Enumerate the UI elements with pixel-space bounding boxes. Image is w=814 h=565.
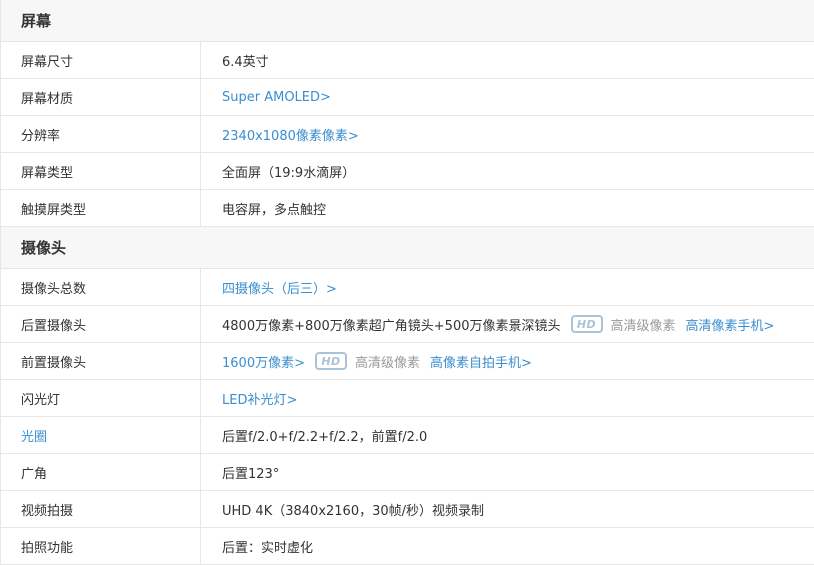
spec-row-photo-features: 拍照功能 后置：实时虚化: [1, 528, 814, 565]
spec-row-aperture: 光圈 后置f/2.0+f/2.2+f/2.2，前置f/2.0: [1, 417, 814, 454]
spec-row-screen-material: 屏幕材质 Super AMOLED>: [1, 79, 814, 116]
front-camera-link[interactable]: 1600万像素>: [222, 352, 305, 371]
spec-row-resolution: 分辨率 2340x1080像素像素>: [1, 116, 814, 153]
spec-row-front-camera: 前置摄像头 1600万像素> HD 高清级像素 高像素自拍手机>: [1, 343, 814, 380]
spec-label: 闪光灯: [1, 380, 201, 416]
spec-row-touch-type: 触摸屏类型 电容屏，多点触控: [1, 190, 814, 227]
spec-row-screen-type: 屏幕类型 全面屏（19:9水滴屏）: [1, 153, 814, 190]
spec-label: 屏幕尺寸: [1, 42, 201, 78]
hd-badge-icon: HD: [314, 352, 347, 370]
spec-row-wide-angle: 广角 后置123°: [1, 454, 814, 491]
spec-value: 电容屏，多点触控: [222, 202, 327, 218]
spec-label: 屏幕材质: [1, 79, 201, 115]
spec-value: 4800万像素+800万像素超广角镜头+500万像素景深镜头: [222, 318, 561, 334]
spec-label: 屏幕类型: [1, 153, 201, 189]
screen-material-link[interactable]: Super AMOLED>: [222, 90, 331, 105]
camera-count-link[interactable]: 四摄像头（后三）>: [222, 278, 337, 297]
hd-badge-icon: HD: [570, 315, 603, 333]
section-title-screen: 屏幕: [1, 0, 814, 42]
hd-level-text: 高清级像素: [354, 355, 420, 371]
spec-table: 屏幕 屏幕尺寸 6.4英寸 屏幕材质 Super AMOLED> 分辨率 234…: [0, 0, 814, 565]
spec-value: 后置123°: [222, 466, 280, 482]
hd-phone-link[interactable]: 高清像素手机>: [686, 315, 775, 334]
spec-value: UHD 4K（3840x2160，30帧/秒）视频录制: [222, 503, 485, 519]
spec-row-flash: 闪光灯 LED补光灯>: [1, 380, 814, 417]
spec-value: 全面屏（19:9水滴屏）: [222, 165, 356, 181]
spec-label: 广角: [1, 454, 201, 490]
flash-link[interactable]: LED补光灯>: [222, 389, 297, 408]
spec-label: 分辨率: [1, 116, 201, 152]
spec-label: 触摸屏类型: [1, 190, 201, 226]
aperture-label-link[interactable]: 光圈: [1, 417, 201, 453]
hd-level-text: 高清级像素: [610, 318, 676, 334]
spec-label: 视频拍摄: [1, 491, 201, 527]
spec-value: 后置：实时虚化: [222, 540, 314, 556]
spec-label: 前置摄像头: [1, 343, 201, 379]
spec-value: 后置f/2.0+f/2.2+f/2.2，前置f/2.0: [222, 429, 428, 445]
spec-label: 拍照功能: [1, 528, 201, 564]
spec-row-video: 视频拍摄 UHD 4K（3840x2160，30帧/秒）视频录制: [1, 491, 814, 528]
resolution-link[interactable]: 2340x1080像素像素>: [222, 125, 359, 144]
selfie-phone-link[interactable]: 高像素自拍手机>: [430, 352, 532, 371]
spec-label: 后置摄像头: [1, 306, 201, 342]
spec-row-camera-count: 摄像头总数 四摄像头（后三）>: [1, 269, 814, 306]
section-title-camera: 摄像头: [1, 227, 814, 269]
spec-value: 6.4英寸: [222, 54, 269, 70]
spec-row-screen-size: 屏幕尺寸 6.4英寸: [1, 42, 814, 79]
spec-label: 摄像头总数: [1, 269, 201, 305]
spec-row-rear-camera: 后置摄像头 4800万像素+800万像素超广角镜头+500万像素景深镜头 HD …: [1, 306, 814, 343]
